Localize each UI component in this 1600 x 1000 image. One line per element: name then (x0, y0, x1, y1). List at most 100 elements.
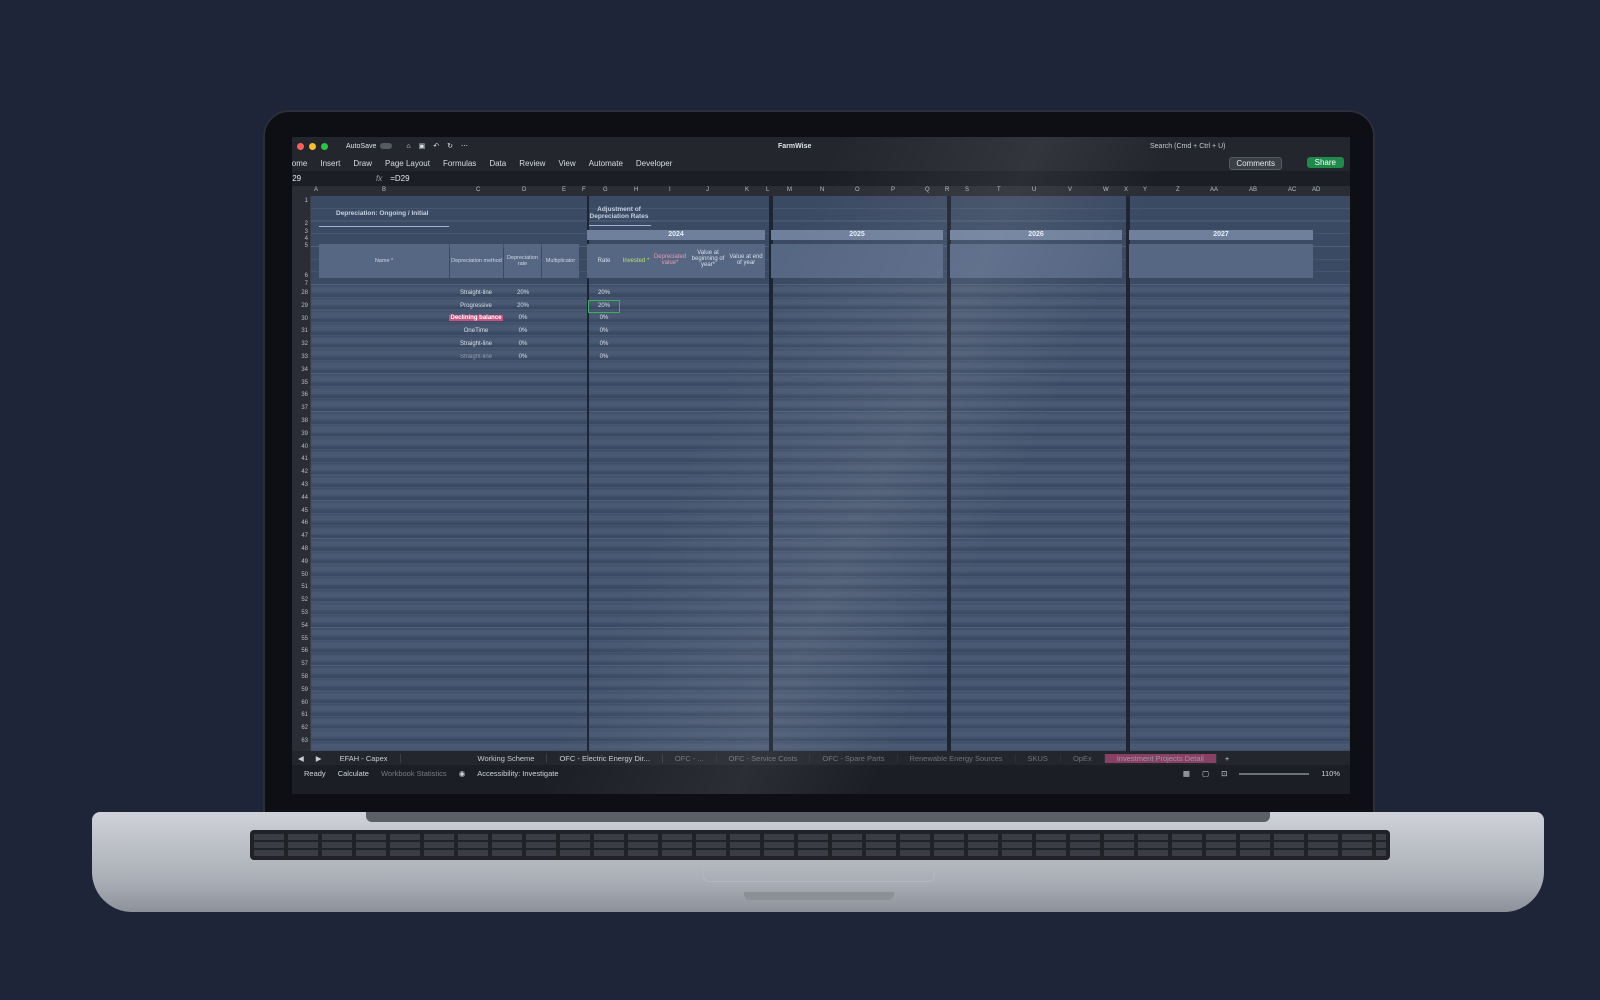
method-cell[interactable]: Straight-line (449, 290, 503, 296)
tab-formulas[interactable]: Formulas (443, 159, 476, 168)
column-header[interactable]: U (1032, 187, 1036, 193)
row-header[interactable]: 7 (305, 281, 308, 287)
column-header[interactable]: I (669, 187, 671, 193)
rate-cell[interactable]: 0% (509, 328, 537, 334)
rate-cell[interactable]: 20% (509, 303, 537, 309)
column-header[interactable]: L (766, 187, 769, 193)
row-header[interactable]: 29 (301, 303, 308, 309)
row-header[interactable]: 41 (301, 456, 308, 462)
column-header[interactable]: A (314, 187, 318, 193)
method-cell[interactable]: Progressive (449, 303, 503, 309)
column-header[interactable]: S (965, 187, 969, 193)
search-input[interactable]: Search (Cmd + Ctrl + U) (1150, 143, 1225, 150)
save-icon[interactable]: ▣ (419, 142, 426, 150)
prev-sheet-icon[interactable]: ◀ (292, 754, 310, 763)
row-header[interactable]: 4 (305, 236, 308, 242)
accessibility-status[interactable]: Accessibility: Investigate (477, 769, 558, 778)
tab-developer[interactable]: Developer (636, 159, 672, 168)
column-header[interactable]: W (1103, 187, 1109, 193)
adjusted-rate-cell[interactable]: 0% (591, 315, 617, 321)
column-header[interactable]: Q (925, 187, 930, 193)
row-header[interactable]: 43 (301, 482, 308, 488)
tab-review[interactable]: Review (519, 159, 545, 168)
row-header[interactable]: 60 (301, 700, 308, 706)
normal-view-icon[interactable]: ▦ (1183, 769, 1190, 778)
row-header[interactable]: 5 (305, 243, 308, 249)
row-header[interactable]: 32 (301, 341, 308, 347)
close-icon[interactable] (297, 142, 304, 150)
row-header[interactable]: 36 (301, 392, 308, 398)
column-header[interactable]: F (582, 187, 586, 193)
tab-insert[interactable]: Insert (320, 159, 340, 168)
column-header[interactable]: C (476, 187, 480, 193)
tab-view[interactable]: View (558, 159, 575, 168)
column-header[interactable]: P (891, 187, 895, 193)
adjusted-rate-cell[interactable]: 0% (591, 341, 617, 347)
sheet-tab[interactable]: OpEx (1061, 753, 1105, 763)
tab-draw[interactable]: Draw (353, 159, 372, 168)
row-header[interactable]: 58 (301, 674, 308, 680)
column-header[interactable]: B (382, 187, 386, 193)
row-header[interactable]: 56 (301, 648, 308, 654)
add-sheet-icon[interactable]: + (1217, 754, 1237, 763)
row-header[interactable]: 45 (301, 508, 308, 514)
sheet-tab[interactable]: OFC - Service Costs (717, 753, 811, 763)
record-icon[interactable]: ◉ (459, 769, 466, 778)
status-workbook-stats[interactable]: Workbook Statistics (381, 769, 447, 778)
row-header[interactable]: 2 (305, 221, 308, 227)
page-layout-icon[interactable]: ▢ (1202, 769, 1209, 778)
row-header[interactable]: 28 (301, 290, 308, 296)
column-header[interactable]: K (745, 187, 749, 193)
tab-automate[interactable]: Automate (589, 159, 623, 168)
minimize-icon[interactable] (309, 142, 316, 150)
row-header[interactable]: 31 (301, 328, 308, 334)
row-header[interactable]: 42 (301, 469, 308, 475)
row-header[interactable]: 62 (301, 725, 308, 731)
column-header[interactable]: AD (1312, 187, 1320, 193)
row-header[interactable]: 37 (301, 405, 308, 411)
page-break-icon[interactable]: ⊡ (1221, 769, 1227, 778)
column-header[interactable]: N (820, 187, 824, 193)
more-icon[interactable]: ⋯ (461, 142, 468, 150)
zoom-slider[interactable] (1239, 772, 1310, 775)
undo-icon[interactable]: ↶ (433, 142, 439, 150)
tab-page-layout[interactable]: Page Layout (385, 159, 430, 168)
row-header[interactable]: 44 (301, 495, 308, 501)
tab-home[interactable]: Home (292, 159, 307, 168)
column-header[interactable]: M (787, 187, 792, 193)
row-header[interactable]: 53 (301, 610, 308, 616)
row-header[interactable]: 46 (301, 520, 308, 526)
method-cell[interactable]: Straight-line (449, 341, 503, 347)
column-header[interactable]: D (522, 187, 526, 193)
row-header[interactable]: 49 (301, 559, 308, 565)
rate-cell[interactable]: 0% (509, 341, 537, 347)
next-sheet-icon[interactable]: ▶ (310, 754, 328, 763)
row-header[interactable]: 35 (301, 380, 308, 386)
column-header[interactable]: J (706, 187, 709, 193)
row-header[interactable]: 47 (301, 533, 308, 539)
adjusted-rate-cell[interactable]: 0% (591, 354, 617, 360)
method-cell[interactable]: Straight-line (449, 354, 503, 360)
column-header[interactable]: AA (1210, 187, 1218, 193)
sheet-tab[interactable]: Working Scheme (466, 753, 548, 763)
sheet-tab[interactable]: OFC - ... (663, 753, 717, 763)
row-header[interactable]: 40 (301, 444, 308, 450)
method-cell-highlighted[interactable]: Declining balance (449, 315, 503, 321)
zoom-icon[interactable] (321, 142, 328, 150)
sheet-grid[interactable]: Depreciation: Ongoing / Initial Adjustme… (311, 196, 1350, 751)
row-header[interactable]: 30 (301, 316, 308, 322)
sheet-tab[interactable]: OFC - Electric Energy Dir... (547, 753, 663, 763)
row-header[interactable]: 57 (301, 661, 308, 667)
share-button[interactable]: Share (1306, 157, 1344, 168)
row-header[interactable]: 55 (301, 636, 308, 642)
column-header[interactable]: AB (1249, 187, 1257, 193)
row-header[interactable]: 63 (301, 738, 308, 744)
method-cell[interactable]: OneTime (449, 328, 503, 334)
row-header[interactable]: 6 (305, 273, 308, 279)
column-header[interactable]: V (1068, 187, 1072, 193)
autosave-toggle[interactable] (380, 143, 393, 149)
row-header[interactable]: 50 (301, 572, 308, 578)
row-header[interactable]: 51 (301, 584, 308, 590)
row-header[interactable]: 38 (301, 418, 308, 424)
row-header[interactable]: 33 (301, 354, 308, 360)
